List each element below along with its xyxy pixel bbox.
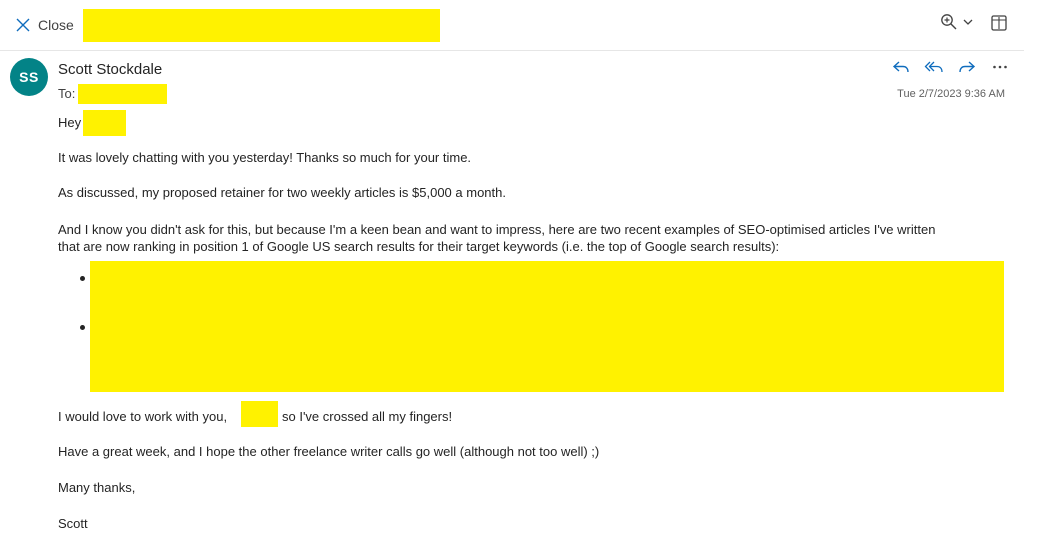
forward-button[interactable] xyxy=(950,58,983,76)
chevron-down-icon xyxy=(963,19,973,25)
message-actions xyxy=(884,58,1016,76)
body-paragraph-3-line-2: that are now ranking in position 1 of Go… xyxy=(58,239,780,254)
zoom-button[interactable] xyxy=(940,13,974,31)
reading-pane-toolbar: Close xyxy=(0,0,1024,51)
body-paragraph-2: As discussed, my proposed retainer for t… xyxy=(58,185,506,200)
greeting-text: Hey xyxy=(58,115,82,130)
reply-all-button[interactable] xyxy=(917,58,950,76)
close-button[interactable]: Close xyxy=(16,14,74,36)
bullet-marker xyxy=(80,325,85,330)
more-actions-button[interactable] xyxy=(983,58,1016,76)
name-redacted xyxy=(83,110,126,136)
reply-all-icon xyxy=(924,61,943,73)
open-in-new-window-button[interactable] xyxy=(990,14,1008,37)
closing-text: Many thanks, xyxy=(58,480,136,495)
bullet-marker xyxy=(80,276,85,281)
forward-icon xyxy=(958,61,975,73)
signature-text: Scott xyxy=(58,516,88,531)
reply-button[interactable] xyxy=(884,58,917,76)
message-timestamp: Tue 2/7/2023 9:36 AM xyxy=(897,88,1005,100)
more-icon xyxy=(992,65,1007,69)
reply-icon xyxy=(892,61,909,73)
subject-redacted xyxy=(83,9,440,42)
body-paragraph-1: It was lovely chatting with you yesterda… xyxy=(58,150,472,165)
name-redacted xyxy=(241,401,278,427)
close-label: Close xyxy=(38,17,74,33)
body-paragraph-5: Have a great week, and I hope the other … xyxy=(58,444,600,459)
to-label: To: xyxy=(58,86,76,101)
sender-name[interactable]: Scott Stockdale xyxy=(58,61,162,78)
body-paragraph-3-line-1: And I know you didn't ask for this, but … xyxy=(58,222,936,237)
zoom-icon xyxy=(941,14,957,30)
body-paragraph-4-part-1: I would love to work with you, xyxy=(58,409,228,424)
body-paragraph-4-part-2: so I've crossed all my fingers! xyxy=(282,409,453,424)
recipient-redacted xyxy=(78,84,167,104)
close-icon xyxy=(16,18,30,32)
avatar[interactable]: SS xyxy=(10,58,48,96)
open-in-new-window-icon xyxy=(991,15,1007,31)
article-links-redacted xyxy=(90,261,1004,392)
